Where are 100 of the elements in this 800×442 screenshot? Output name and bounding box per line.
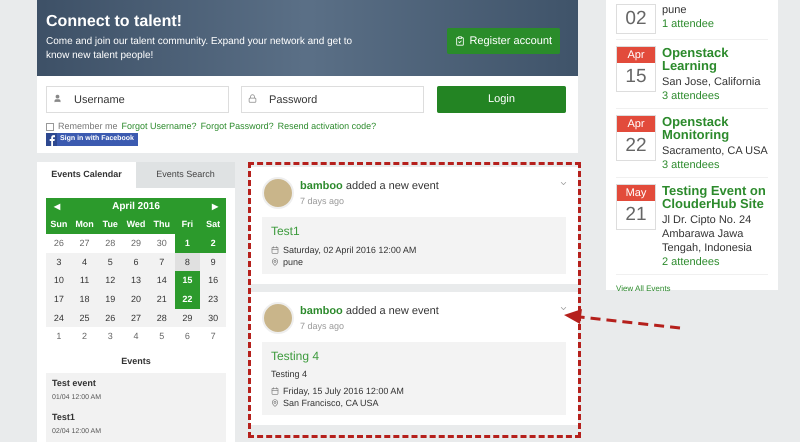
username-field[interactable]: Username xyxy=(46,86,229,113)
event-title-link[interactable]: Openstack Learning xyxy=(662,46,768,72)
date-day: 22 xyxy=(617,132,655,160)
tab[interactable]: Events Calendar xyxy=(37,162,136,188)
calendar-day[interactable]: 9 xyxy=(200,252,226,272)
user-icon xyxy=(53,94,62,103)
calendar-day[interactable]: 11 xyxy=(72,271,98,290)
calendar-day[interactable]: 4 xyxy=(72,252,98,272)
calendar-day[interactable]: 21 xyxy=(148,290,175,309)
event-name[interactable]: Test event xyxy=(52,376,220,390)
date-month: Apr xyxy=(617,47,655,63)
event-location: San Francisco, CA USA xyxy=(283,397,379,409)
date-day: 21 xyxy=(617,201,655,229)
calendar-day[interactable]: 27 xyxy=(123,308,149,328)
event-title-link[interactable]: Openstack Monitoring xyxy=(662,115,768,141)
event-location: San Jose, California xyxy=(662,75,762,89)
calendar-day[interactable]: 13 xyxy=(123,271,149,290)
avatar-placeholder xyxy=(262,177,294,209)
lock-icon xyxy=(248,94,257,103)
calendar-day[interactable]: 14 xyxy=(148,271,175,290)
weekday-label: Tue xyxy=(97,215,124,234)
calendar-day[interactable]: 5 xyxy=(97,252,124,272)
date-day: 02 xyxy=(617,5,655,33)
account-link[interactable]: Forgot Username? xyxy=(122,121,197,132)
password-field[interactable]: Password xyxy=(241,86,424,113)
location-pin-icon xyxy=(271,258,279,266)
weekday-label: Fri xyxy=(174,215,200,234)
event-location: pune xyxy=(283,256,304,268)
event-description: Testing 4 xyxy=(271,368,308,380)
event-location: Sacramento, CA USA xyxy=(662,144,768,158)
next-month-button[interactable]: ▶ xyxy=(212,200,218,212)
calendar-day[interactable]: 6 xyxy=(123,252,149,272)
weekday-label: Mon xyxy=(72,215,98,234)
account-link[interactable]: Forgot Password? xyxy=(200,121,274,132)
calendar-icon xyxy=(271,387,279,395)
chevron-down-icon[interactable] xyxy=(559,304,568,313)
user-link[interactable]: bamboo xyxy=(300,180,343,192)
calendar-day[interactable]: 2 xyxy=(200,234,226,253)
prev-month-button[interactable]: ◀ xyxy=(54,200,60,212)
login-button[interactable]: Login xyxy=(437,86,566,113)
calendar-day[interactable]: 28 xyxy=(148,308,175,328)
event-location: pune xyxy=(662,4,688,17)
location-pin-icon xyxy=(271,399,279,407)
calendar-day[interactable]: 17 xyxy=(46,290,72,309)
attendee-count[interactable]: 3 attendees xyxy=(662,158,768,172)
calendar-day[interactable]: 30 xyxy=(200,308,226,328)
hero-text: Come and join our talent community. Expand your network and get to know new talent people! xyxy=(46,35,354,63)
remember-checkbox[interactable] xyxy=(46,122,54,130)
calendar-day[interactable]: 15 xyxy=(174,271,200,290)
calendar-day[interactable]: 18 xyxy=(72,290,98,309)
calendar-day[interactable]: 3 xyxy=(46,252,72,272)
clipboard-icon xyxy=(455,36,466,46)
calendar-day[interactable]: 8 xyxy=(174,252,200,272)
chevron-down-icon[interactable] xyxy=(559,179,568,188)
calendar-day[interactable]: 10 xyxy=(46,271,72,290)
date-month: Apr xyxy=(617,116,655,132)
hero-title: Connect to talent! xyxy=(46,12,183,32)
attendee-count[interactable]: 1 attendee xyxy=(662,17,714,31)
weekday-label: Thu xyxy=(148,215,175,234)
event-title-link[interactable]: Testing 4 xyxy=(271,348,557,364)
event-title-link[interactable]: Test1 xyxy=(271,223,557,239)
weekday-label: Wed xyxy=(123,215,149,234)
facebook-icon xyxy=(46,133,57,146)
calendar-day[interactable]: 1 xyxy=(174,234,200,253)
tab[interactable]: Events Search xyxy=(136,162,235,188)
event-location: Jl Dr. Cipto No. 24 Ambarawa Jawa Tengah, Indonesia xyxy=(662,213,753,255)
date-day: 15 xyxy=(617,63,655,91)
calendar-day[interactable]: 24 xyxy=(46,308,72,328)
calendar-day[interactable]: 29 xyxy=(174,308,200,328)
calendar-icon xyxy=(271,246,279,254)
calendar-day[interactable]: 19 xyxy=(97,290,124,309)
calendar-day[interactable]: 26 xyxy=(97,308,124,328)
activity-text: bamboo added a new event xyxy=(300,179,439,194)
calendar-day[interactable]: 22 xyxy=(174,290,200,309)
event-title-link[interactable]: Testing Event on ClouderHub Site xyxy=(662,184,768,210)
account-link[interactable]: Resend activation code? xyxy=(278,121,376,132)
calendar-day[interactable]: 23 xyxy=(200,290,226,309)
time-ago: 7 days ago xyxy=(300,194,346,208)
activity-text: bamboo added a new event xyxy=(300,304,439,319)
weekday-label: Sun xyxy=(46,215,72,234)
date-month: May xyxy=(617,185,655,201)
calendar-day[interactable]: 7 xyxy=(148,252,175,272)
time-ago: 7 days ago xyxy=(300,320,346,333)
calendar-day[interactable]: 16 xyxy=(200,271,226,290)
event-date: Friday, 15 July 2016 12:00 AM xyxy=(283,385,404,397)
events-heading: Events xyxy=(120,355,152,368)
attendee-count[interactable]: 3 attendees xyxy=(662,89,768,103)
avatar-placeholder xyxy=(262,302,294,334)
calendar-day[interactable]: 20 xyxy=(123,290,149,309)
register-button[interactable]: Register account xyxy=(447,28,560,54)
calendar-day[interactable]: 12 xyxy=(97,271,124,290)
event-date: Saturday, 02 April 2016 12:00 AM xyxy=(283,244,416,256)
calendar-day[interactable]: 25 xyxy=(72,308,98,328)
attendee-count[interactable]: 2 attendees xyxy=(662,255,768,269)
user-link[interactable]: bamboo xyxy=(300,305,343,317)
remember-label: Remember me xyxy=(58,121,118,132)
month-title: April 2016 xyxy=(112,200,160,214)
event-name[interactable]: Test1 xyxy=(52,411,220,424)
view-all-link[interactable]: View All Events xyxy=(616,283,768,295)
weekday-label: Sat xyxy=(200,215,226,234)
